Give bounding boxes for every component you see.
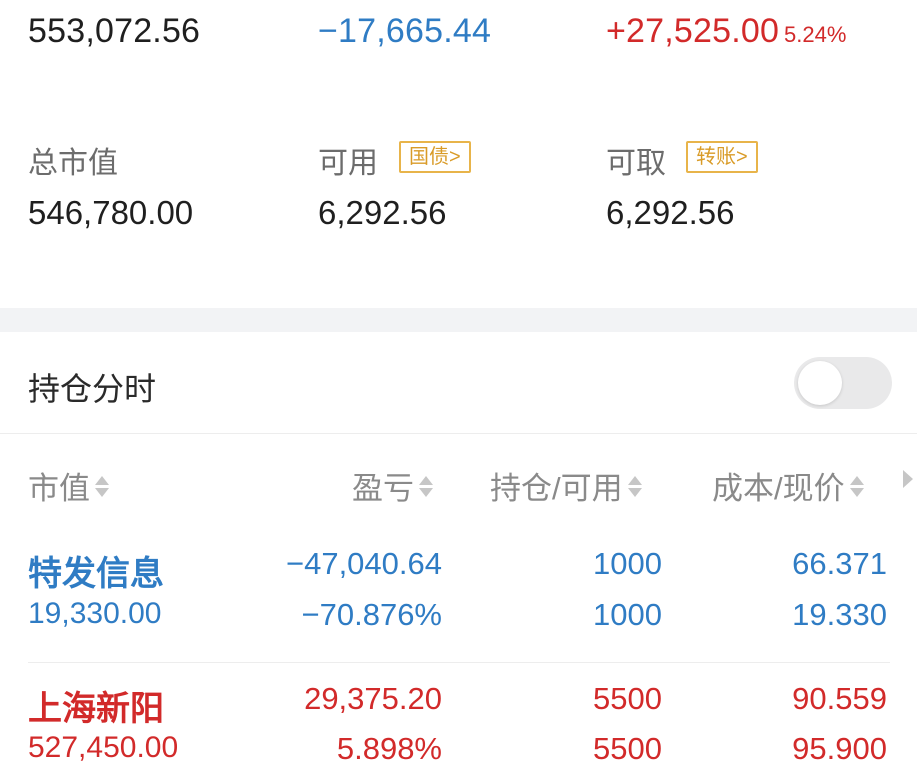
treasury-bond-tag-label: 国债 [409,146,449,168]
header-position[interactable]: 持仓/可用 [490,463,644,508]
stock-pnl: 29,375.20 [304,681,442,716]
divider-line [0,433,917,434]
treasury-bond-tag-button[interactable]: 国债> [399,141,471,173]
withdrawable-value: 6,292.56 [606,194,735,231]
stock-name: 上海新阳 [28,690,164,728]
header-market-value-label: 市值 [28,471,90,506]
stock-available: 1000 [593,597,662,632]
transfer-tag-label: 转账 [696,146,736,168]
header-position-label: 持仓/可用 [490,471,623,506]
withdrawable-label: 可取 [606,147,666,180]
stock-market-value: 19,330.00 [28,597,162,630]
chevron-right-icon: > [449,146,461,168]
available-value: 6,292.56 [318,194,447,231]
sort-icon [417,471,435,501]
stock-pnl: −47,040.64 [285,546,442,581]
sort-icon [848,471,866,501]
total-pnl-value: +27,525.00 [606,12,780,50]
stock-price: 19.330 [792,597,887,632]
transfer-tag-button[interactable]: 转账> [686,141,758,173]
chevron-right-icon: > [736,146,748,168]
scroll-right-icon[interactable] [903,470,913,488]
header-cost-price[interactable]: 成本/现价 [712,463,866,508]
intraday-holdings-label: 持仓分时 [28,371,157,407]
stock-position: 1000 [593,546,662,581]
stock-available: 5500 [593,731,662,766]
market-value-label: 总市值 [28,147,118,180]
available-label: 可用 [318,147,378,180]
market-value: 546,780.00 [28,194,194,231]
daily-pnl-value: −17,665.44 [318,12,492,50]
row-divider [28,662,890,663]
stock-name: 特发信息 [28,555,164,593]
section-divider [0,308,917,332]
stock-cost: 90.559 [792,681,887,716]
header-pnl[interactable]: 盈亏 [352,463,435,508]
toggle-knob [798,361,842,405]
header-pnl-label: 盈亏 [352,471,414,506]
stock-market-value: 527,450.00 [28,731,179,764]
stock-price: 95.900 [792,731,887,766]
stock-position: 5500 [593,681,662,716]
stock-cost: 66.371 [792,546,887,581]
sort-icon [93,471,111,501]
header-market-value[interactable]: 市值 [28,463,111,508]
total-pnl-percent: 5.24% [784,22,847,47]
stock-pnl-percent: −70.876% [301,597,442,632]
stock-pnl-percent: 5.898% [336,731,442,766]
header-cost-price-label: 成本/现价 [712,471,845,506]
intraday-holdings-toggle[interactable] [794,357,892,409]
total-assets-value: 553,072.56 [28,12,201,50]
sort-icon [626,471,644,501]
